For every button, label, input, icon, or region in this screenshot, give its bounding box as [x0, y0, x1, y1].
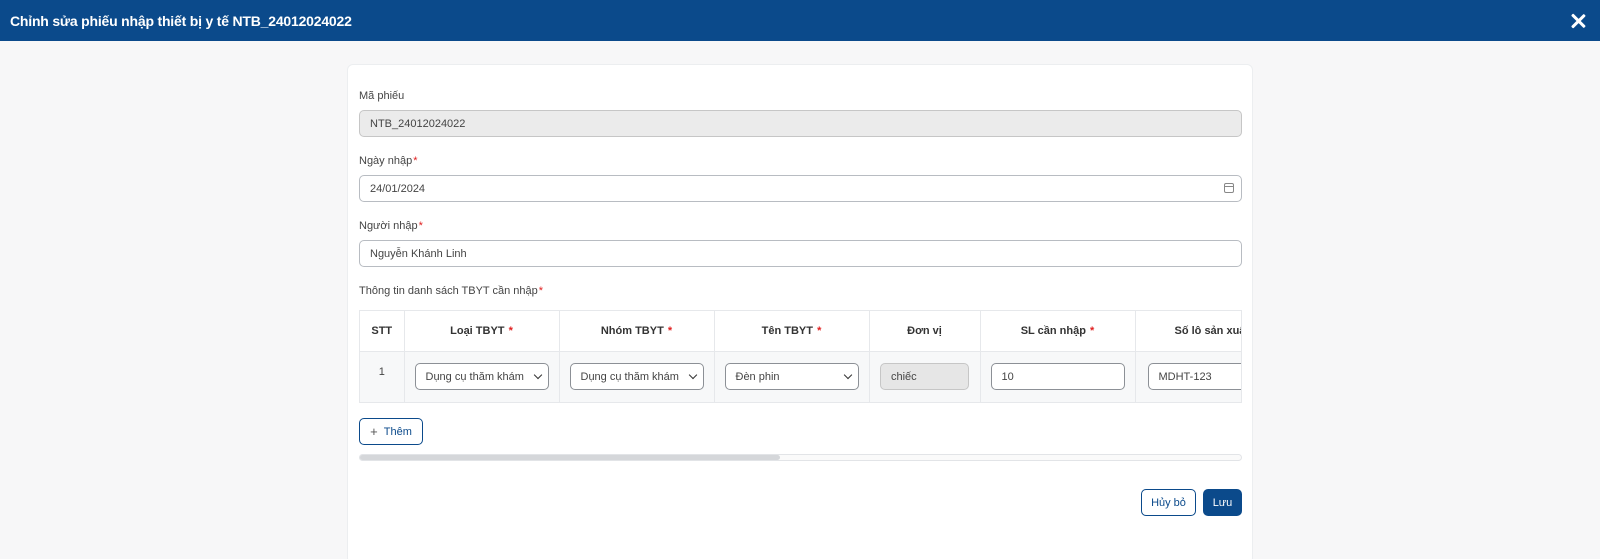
ngay-nhap-label: Ngày nhập*: [359, 155, 418, 167]
scrollbar-thumb[interactable]: [360, 455, 780, 460]
col-header-loai: Loại TBYT *: [404, 311, 560, 352]
so-lo-input[interactable]: MDHT-123: [1147, 363, 1241, 391]
col-header-sl: SL cần nhập *: [980, 311, 1136, 352]
chevron-down-icon: [533, 371, 542, 380]
calendar-icon[interactable]: [1224, 183, 1234, 193]
col-header-don-vi: Đơn vị: [869, 311, 981, 352]
col-header-ten: Tên TBYT *: [714, 311, 870, 352]
dialog-title: Chỉnh sửa phiếu nhập thiết bị y tế NTB_2…: [10, 12, 352, 29]
form-card: Mã phiếu NTB_24012024022 Ngày nhập* 24/0…: [347, 64, 1253, 559]
loai-tbyt-select[interactable]: Dụng cụ thăm khám: [414, 363, 549, 391]
dialog-header: Chỉnh sửa phiếu nhập thiết bị y tế NTB_2…: [0, 0, 1600, 41]
table-row: 1 Dụng cụ thăm khám Dụng cụ thăm khám Đè…: [360, 351, 1241, 402]
ma-phieu-label: Mã phiếu: [359, 90, 405, 102]
ten-tbyt-select[interactable]: Đèn phin: [724, 363, 859, 391]
nguoi-nhap-label: Người nhập*: [359, 220, 423, 232]
close-icon[interactable]: [1568, 11, 1588, 31]
sl-can-nhap-input[interactable]: 10: [990, 363, 1125, 391]
chevron-down-icon: [843, 371, 852, 380]
don-vi-field: chiếc: [880, 363, 969, 391]
ma-phieu-field: NTB_24012024022: [359, 110, 1242, 137]
chevron-down-icon: [688, 371, 697, 380]
nguoi-nhap-field[interactable]: Nguyễn Khánh Linh: [359, 240, 1242, 267]
col-header-nhom: Nhóm TBYT *: [559, 311, 715, 352]
cancel-button[interactable]: Hủy bỏ: [1141, 489, 1196, 516]
equipment-table: STT Loại TBYT * Nhóm TBYT * Tên TBYT * Đ…: [359, 310, 1242, 403]
danh-sach-label: Thông tin danh sách TBYT cần nhập*: [359, 285, 544, 297]
row-stt: 1: [360, 351, 405, 402]
add-row-button[interactable]: + Thêm: [359, 418, 423, 445]
col-header-so-lo: Số lô sản xuất: [1135, 311, 1241, 352]
save-button[interactable]: Lưu: [1203, 489, 1242, 516]
plus-icon: +: [370, 424, 378, 439]
ngay-nhap-field[interactable]: 24/01/2024: [359, 175, 1242, 202]
table-horizontal-scrollbar[interactable]: [359, 454, 1242, 461]
nhom-tbyt-select[interactable]: Dụng cụ thăm khám: [569, 363, 704, 391]
col-header-stt: STT: [360, 311, 405, 352]
